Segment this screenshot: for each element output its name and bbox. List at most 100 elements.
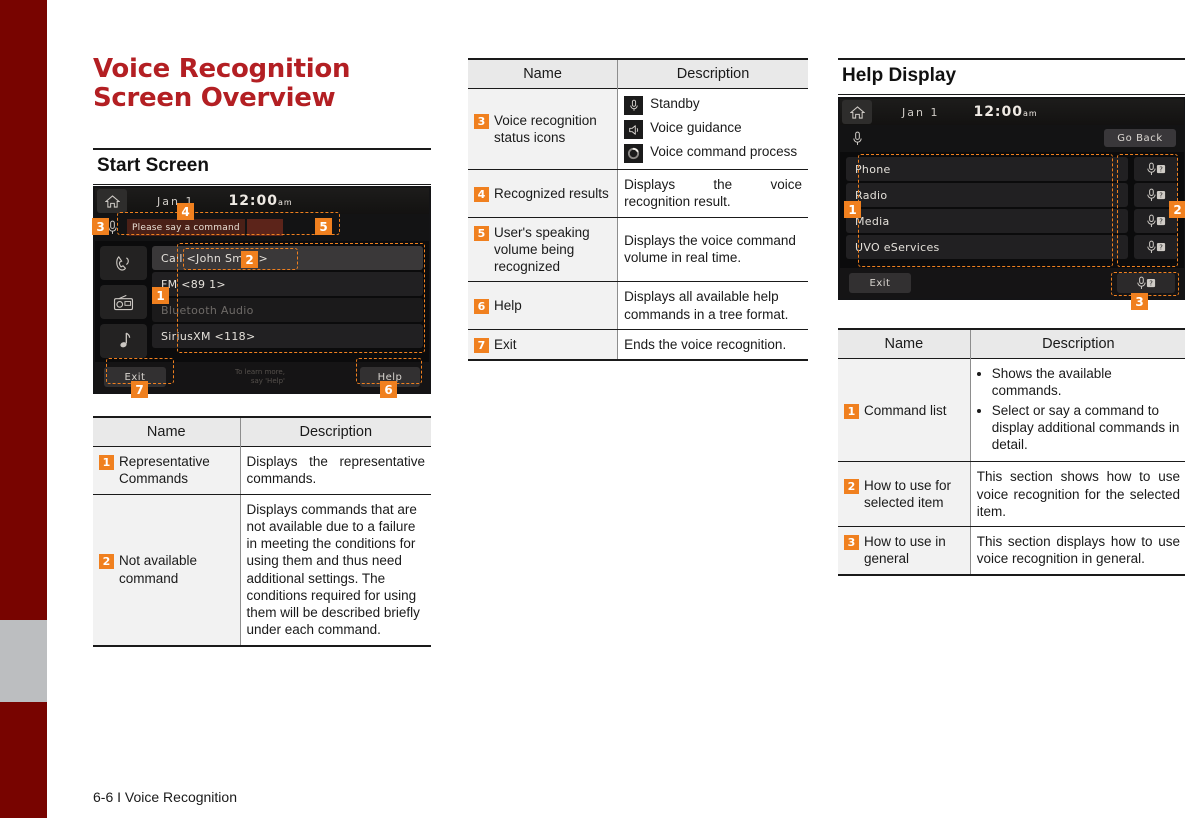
badge-number: 2: [844, 478, 859, 494]
help-screen-date: Jan 1: [902, 105, 940, 119]
command-row-bluetooth-audio[interactable]: Bluetooth Audio: [152, 298, 423, 322]
help-screen-time: 12:00am: [973, 104, 1037, 120]
table-row: 2 Not available command Displays command…: [93, 494, 431, 647]
badge-number: 3: [844, 535, 859, 551]
callout-number-2: 2: [241, 251, 258, 268]
table-row: 4 Recognized results Displays the voice …: [468, 169, 808, 218]
row-name-text: Exit: [494, 336, 517, 352]
voice-hint-line-2: say 'Help': [250, 377, 285, 385]
start-screen-table: Name Description 1 Representative Comman…: [93, 416, 431, 647]
general-help-button[interactable]: ?: [1117, 273, 1175, 293]
column-header-description: Description: [969, 329, 1185, 359]
badge-number: 5: [474, 225, 489, 241]
table-row: 1 Command list Shows the available comma…: [838, 358, 1185, 463]
page-footer: 6-6 I Voice Recognition: [93, 789, 237, 805]
page-title-line-2: Screen Overview: [93, 83, 336, 114]
cell-description: Displays all available help commands in …: [617, 281, 808, 330]
table-row: 3 How to use in general This section dis…: [838, 526, 1185, 576]
help-command-row-uvo-eservices[interactable]: UVO eServices: [846, 235, 1128, 259]
cell-description: This section shows how to use voice reco…: [969, 461, 1185, 528]
bullet-item: Select or say a command to display addit…: [992, 402, 1180, 454]
command-row-call[interactable]: Call <John Smith>: [152, 246, 423, 270]
badge-number: 7: [474, 337, 489, 353]
microphone-icon: [848, 129, 866, 148]
microphone-icon: [624, 96, 644, 115]
row-name-text: Not available command: [119, 553, 198, 586]
voice-hint-line-1: To learn more,: [235, 368, 285, 377]
cell-name: 3 How to use in general: [838, 526, 971, 576]
cell-name: 2 How to use for selected item: [838, 461, 971, 528]
column-header-name: Name: [468, 59, 619, 89]
cell-name: 2 Not available command: [93, 494, 241, 647]
start-screen-time-meridiem: am: [278, 198, 293, 207]
exit-button[interactable]: Exit: [849, 273, 911, 293]
go-back-button[interactable]: Go Back: [1104, 129, 1176, 147]
command-row-siriusxm[interactable]: SiriusXM <118>: [152, 324, 423, 348]
cell-name: 4 Recognized results: [468, 169, 619, 218]
badge-number: 4: [474, 186, 489, 202]
help-screen-top-bar: Jan 1 12:00am: [840, 99, 1184, 125]
status-icon-label: Standby: [650, 96, 700, 111]
home-icon[interactable]: [842, 100, 872, 124]
radio-icon[interactable]: [100, 285, 147, 319]
row-name-text: Recognized results: [494, 185, 609, 201]
table-header-row: Name Description: [468, 59, 808, 89]
row-name-text: Voice recognition status icons: [494, 112, 597, 145]
status-icon-label: Voice guidance: [650, 120, 742, 135]
table-header-row: Name Description: [838, 329, 1185, 359]
help-command-row-phone[interactable]: Phone: [846, 157, 1128, 181]
status-icon-item-voice-command-process: Voice command process: [624, 143, 802, 163]
row-name-text: How to use in general: [864, 534, 946, 567]
home-icon[interactable]: [97, 189, 127, 213]
table-row: 6 Help Displays all available help comma…: [468, 281, 808, 330]
cell-name: 1 Command list: [838, 358, 971, 463]
table-row: 5 User's speaking volume being recognize…: [468, 217, 808, 283]
page-title: Voice Recognition Screen Overview: [93, 54, 453, 114]
help-callout-number-3: 3: [1131, 293, 1148, 310]
help-command-row-radio[interactable]: Radio: [846, 183, 1128, 207]
svg-text:?: ?: [1159, 191, 1163, 199]
help-command-row-media[interactable]: Media: [846, 209, 1128, 233]
callout-number-1: 1: [152, 287, 169, 304]
help-screen-time-value: 12:00: [973, 104, 1024, 120]
badge-number: 2: [99, 554, 114, 570]
phone-icon[interactable]: [100, 246, 147, 280]
column-header-description: Description: [239, 417, 431, 447]
page-edge-strip: [0, 0, 47, 818]
status-icon-item-voice-guidance: Voice guidance: [624, 119, 802, 139]
help-callout-number-2: 2: [1169, 201, 1185, 218]
cell-name: 7 Exit: [468, 329, 619, 362]
cell-description: Displays the representative commands.: [239, 446, 431, 495]
svg-text:?: ?: [1159, 243, 1163, 251]
edge-strip-segment-top: [0, 0, 47, 620]
edge-strip-segment-middle: [0, 620, 47, 702]
callout-number-7: 7: [131, 381, 148, 398]
svg-text:?: ?: [1159, 217, 1163, 225]
row-name-text: Help: [494, 297, 522, 313]
cell-description: Shows the available commands. Select or …: [969, 358, 1185, 463]
microphone-question-icon[interactable]: ?: [1134, 157, 1178, 181]
start-screen-time: 12:00am: [228, 193, 292, 209]
page-title-line-1: Voice Recognition: [93, 54, 351, 84]
speaking-volume-meter: [247, 219, 283, 236]
music-note-icon[interactable]: [100, 324, 147, 358]
cell-description: Displays commands that are not available…: [239, 494, 431, 647]
badge-number: 1: [99, 455, 114, 470]
column-header-name: Name: [93, 417, 241, 447]
table-row: 1 Representative Commands Displays the r…: [93, 446, 431, 495]
start-screen-image: Jan 1 12:00am Please say a command Call …: [93, 186, 431, 394]
command-row-fm[interactable]: FM <89 1>: [152, 272, 423, 296]
cell-name: 1 Representative Commands: [93, 446, 241, 495]
callout-number-3: 3: [92, 218, 109, 235]
cell-description: This section displays how to use voice r…: [969, 526, 1185, 576]
cell-name: 5 User's speaking volume being recognize…: [468, 217, 619, 283]
start-screen-time-value: 12:00: [228, 193, 279, 209]
callout-number-4: 4: [177, 203, 194, 220]
callout-number-5: 5: [315, 218, 332, 235]
microphone-question-icon[interactable]: ?: [1134, 235, 1178, 259]
recognized-result-text: Please say a command: [127, 219, 245, 236]
help-command-list: Phone Radio Media UVO eServices: [846, 157, 1128, 259]
table-row: 7 Exit Ends the voice recognition.: [468, 329, 808, 362]
help-display-image: Jan 1 12:00am Go Back Phone Radio Media …: [838, 97, 1185, 300]
row-name-text: Representative Commands: [119, 454, 210, 487]
